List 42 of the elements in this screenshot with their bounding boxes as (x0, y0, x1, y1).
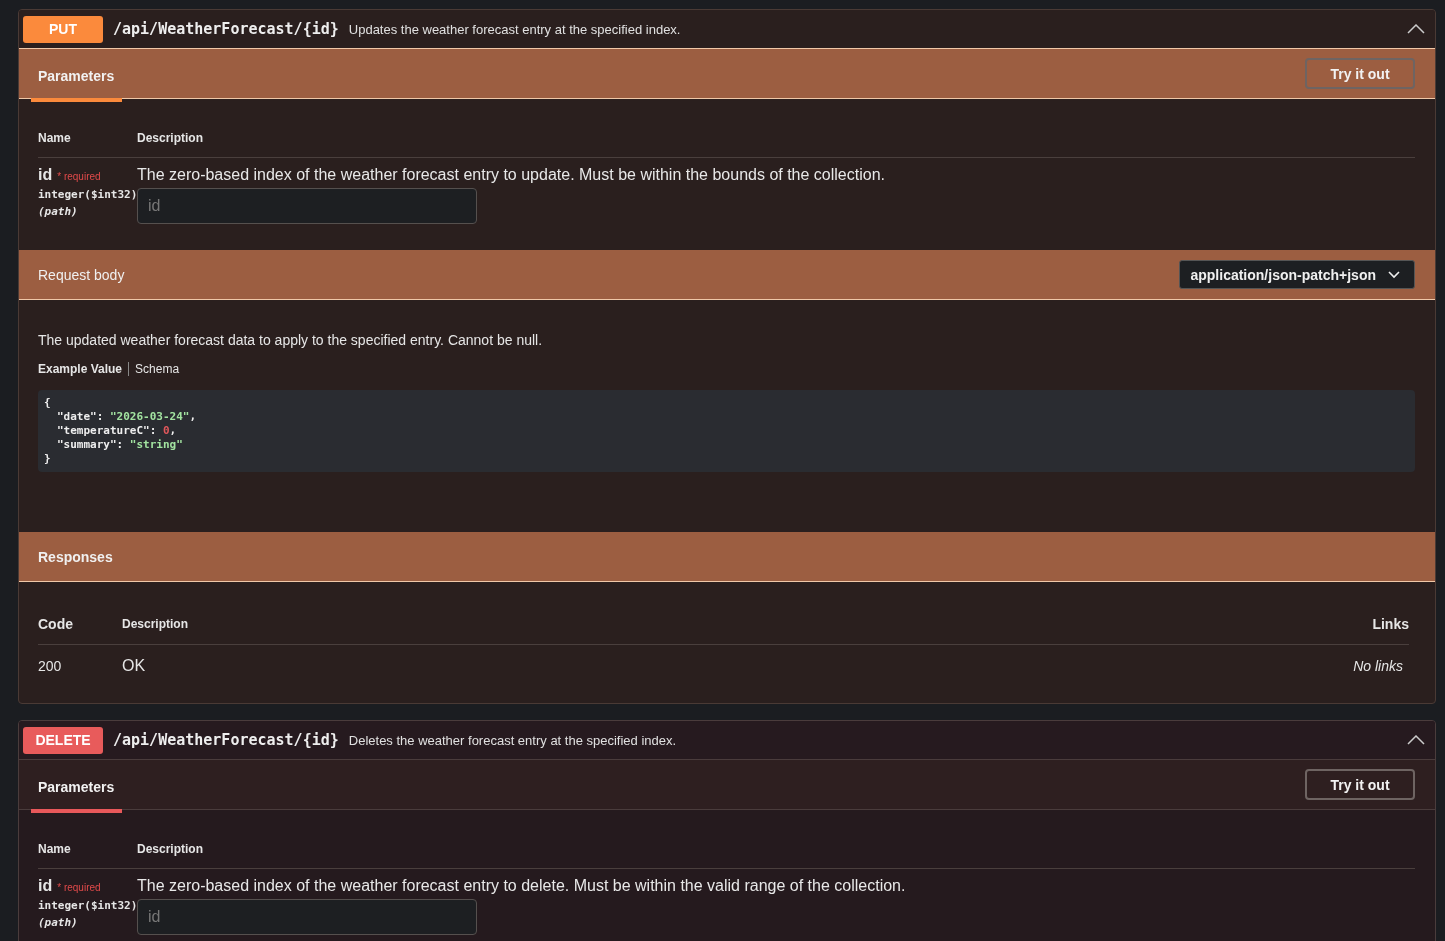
column-header: Name (38, 131, 72, 147)
endpoint-path[interactable]: /api/WeatherForecast/{id} (113, 731, 339, 749)
try-it-out-button[interactable]: Try it out (1305, 58, 1415, 89)
code-block: { "date": "2026-03-24", "temperatureC": 0, "summary": "string" } (38, 390, 1415, 472)
column-header: Links (1371, 615, 1409, 634)
try-it-out-button[interactable]: Try it out (1305, 769, 1415, 800)
column-header: Name (38, 842, 72, 858)
column-header: Code (38, 615, 74, 634)
endpoint-summary: Updates the weather forecast entry at the specified index. (348, 21, 682, 37)
content-type-dropdown[interactable]: application/json-patch+json (1179, 260, 1415, 289)
column-header: Description (137, 131, 204, 147)
example-tab[interactable]: Example Value (38, 362, 123, 376)
endpoint-summary: Deletes the weather forecast entry at the specified index. (348, 732, 678, 748)
parameter-location: (path) (38, 205, 79, 218)
parameter-type: integer($int32) (38, 188, 137, 201)
section-title: Responses (37, 548, 113, 565)
method-badge: PUT (23, 15, 103, 43)
example-tab[interactable]: Schema (135, 362, 180, 376)
parameter-description: The zero-based index of the weather forecast entry to delete. Must be within the valid range of the collection. (137, 877, 906, 894)
parameters-tab[interactable]: Parameters (31, 51, 122, 102)
caret-icon (1388, 270, 1400, 279)
parameter-location: (path) (38, 916, 79, 929)
method-badge: DELETE (23, 726, 103, 754)
parameter-name: id (38, 166, 53, 184)
column-header: Description (122, 616, 189, 633)
input-field[interactable]: id (137, 188, 477, 224)
parameter-name: id (38, 877, 53, 895)
column-header: Description (137, 842, 204, 858)
endpoint-path[interactable]: /api/WeatherForecast/{id} (113, 20, 339, 38)
parameter-type: integer($int32) (38, 899, 137, 912)
response-links: No links (1353, 657, 1404, 676)
response-description: OK (122, 656, 147, 676)
body-description: The updated weather forecast data to apply to the specified entry. Cannot be null. (38, 332, 544, 348)
collapse-icon[interactable] (1407, 24, 1425, 34)
input-field[interactable]: id (137, 899, 477, 935)
section-title: Request body (37, 266, 125, 283)
parameters-tab[interactable]: Parameters (31, 762, 122, 813)
required-label: * required (57, 882, 101, 893)
parameter-description: The zero-based index of the weather forecast entry to update. Must be within the bounds of the collection. (137, 166, 885, 183)
required-label: * required (57, 171, 101, 182)
collapse-icon[interactable] (1407, 735, 1425, 745)
response-code: 200 (38, 657, 63, 676)
